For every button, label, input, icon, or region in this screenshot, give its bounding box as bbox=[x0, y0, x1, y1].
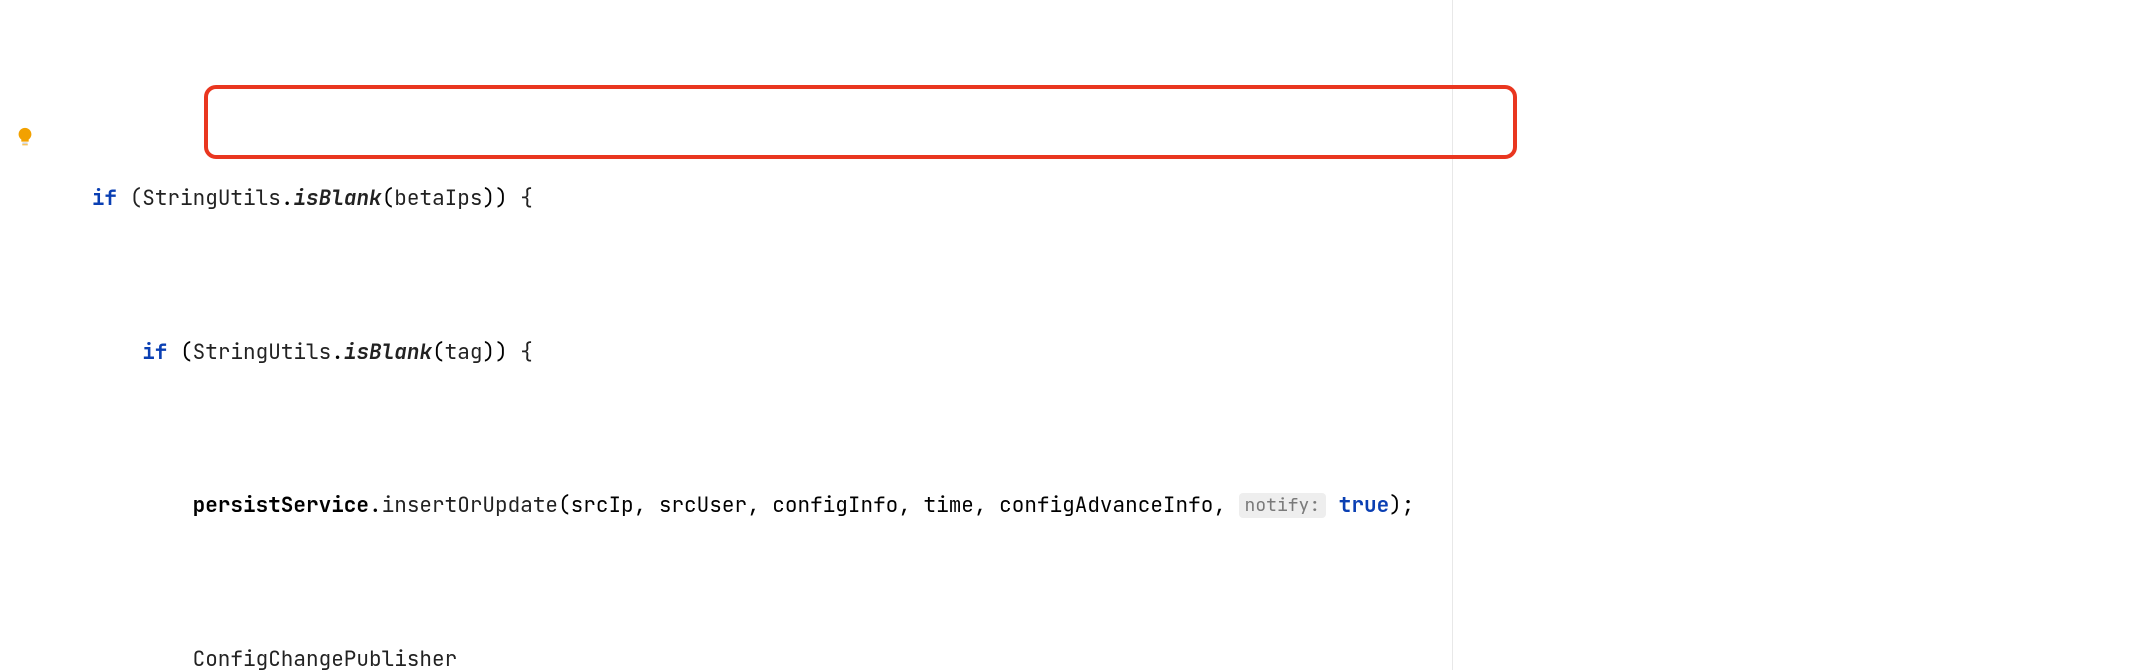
annotation-highlight-box bbox=[204, 85, 1517, 159]
keyword-if: if bbox=[142, 339, 167, 366]
code-line[interactable]: if (StringUtils.isBlank(betaIps)) { bbox=[54, 184, 2142, 215]
code-line[interactable]: ConfigChangePublisher bbox=[54, 645, 2142, 670]
lightbulb-icon[interactable] bbox=[14, 126, 36, 148]
code-line[interactable]: if (StringUtils.isBlank(tag)) { bbox=[54, 338, 2142, 369]
param-hint: notify: bbox=[1239, 493, 1327, 518]
editor-gutter bbox=[0, 0, 54, 670]
code-editor[interactable]: if (StringUtils.isBlank(betaIps)) { if (… bbox=[0, 0, 2142, 670]
code-line[interactable]: persistService.insertOrUpdate(srcIp, src… bbox=[54, 491, 2142, 522]
keyword-if: if bbox=[92, 185, 117, 212]
code-area[interactable]: if (StringUtils.isBlank(betaIps)) { if (… bbox=[54, 0, 2142, 670]
right-margin-guide bbox=[1452, 0, 1453, 670]
